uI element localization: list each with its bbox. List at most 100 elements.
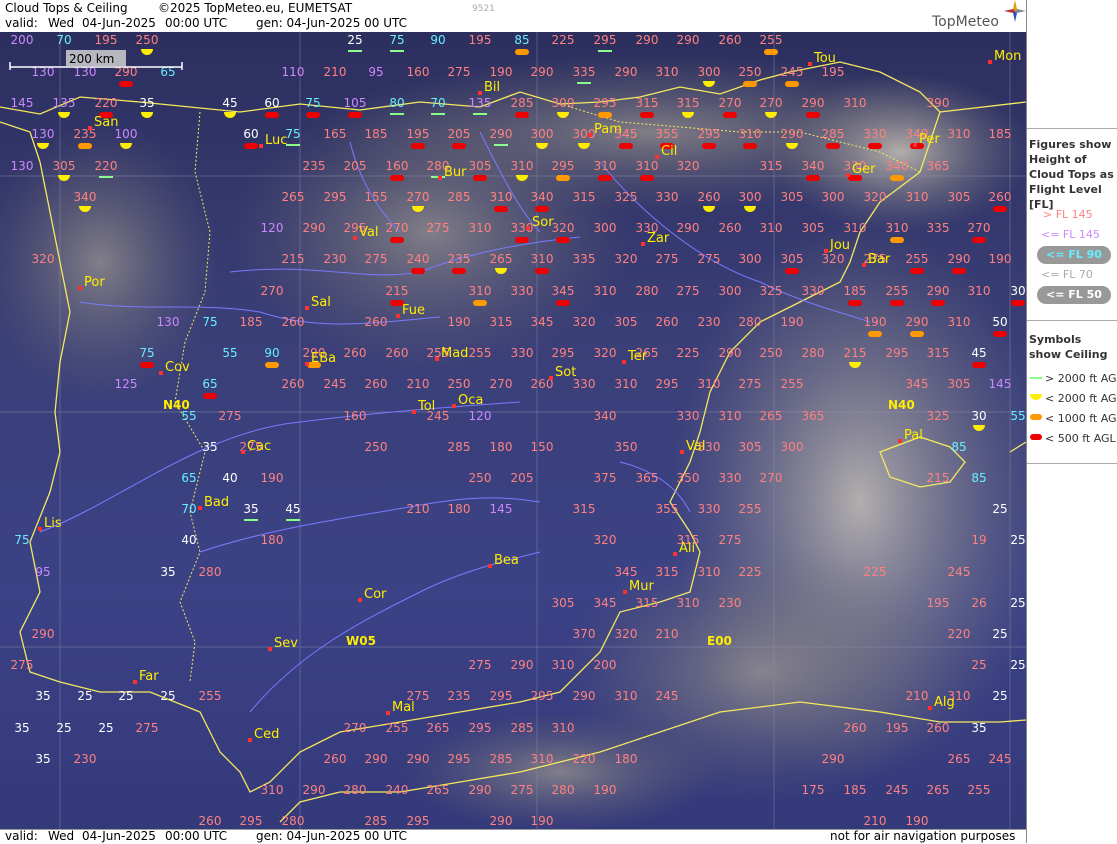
city-marker-icon [358,598,362,602]
cloud-top-label: 295 [448,752,471,766]
cloud-top-label: 285 [448,190,471,204]
brand-logo: TopMeteo [932,14,999,30]
city-marker-icon [526,226,530,230]
cloud-top-label: 300 [739,190,762,204]
ceiling-red-pill-icon [494,206,508,212]
ceiling-red-pill-icon [910,268,924,274]
cloud-top-label: 85 [951,440,966,454]
city-marker-icon [438,176,442,180]
city-marker-icon [641,242,645,246]
ceiling-red-pill-icon [993,206,1007,212]
cloud-top-label: 310 [615,689,638,703]
ceiling-red-pill-icon [598,175,612,181]
footer-gen-time: gen: 04-Jun-2025 00 UTC [256,829,408,843]
cloud-top-label: 345 [552,284,575,298]
cloud-top-label: 255 [781,377,804,391]
city-marker-icon [452,404,456,408]
ceiling-red-pill-icon [702,143,716,149]
cloud-top-label: 340 [594,409,617,423]
cloud-top-label: 310 [719,409,742,423]
cloud-top-label: 175 [802,783,825,797]
cloud-top-label: 230 [698,315,721,329]
cloud-top-label: 295 [531,689,554,703]
cloud-top-label: 310 [261,783,284,797]
legend-divider [1027,320,1117,321]
cloud-top-label: 235 [448,252,471,266]
cloud-top-label: 330 [511,221,534,235]
cloud-top-label: 325 [927,409,950,423]
cloud-top-label: 280 [739,315,762,329]
cloud-top-label: 340 [886,159,909,173]
city-marker-icon [198,506,202,510]
cloud-top-label: 345 [531,315,554,329]
legend-symbol-shapes [1030,377,1042,440]
ceiling-orange-pill-icon [868,331,882,337]
cloud-top-label: 275 [448,65,471,79]
cloud-top-label: 225 [739,565,762,579]
ceiling-orange-pill-icon [910,331,924,337]
cloud-top-label: 310 [552,658,575,672]
satellite-map[interactable]: 200 70 195 250 25 75 90 195 85 225 295 290 290 260 255… [0,32,1026,829]
city-label: Por [84,275,105,290]
cloud-top-label: 150 [531,440,554,454]
cloud-top-label: 215 [386,284,409,298]
ceiling-red-pill-icon [119,81,133,87]
cloud-top-label: 270 [386,221,409,235]
cloud-top-label: 280 [636,284,659,298]
ceiling-red-pill-icon [972,237,986,243]
cloud-top-label: 310 [968,284,991,298]
cloud-top-label: 215 [844,346,867,360]
ceiling-red-pill-icon [640,175,654,181]
cloud-top-label: 275 [136,721,159,735]
cloud-top-label: 310 [469,284,492,298]
cloud-top-label: 250 [760,346,783,360]
cloud-top-label: 275 [739,377,762,391]
legend-orange-pill-icon [1030,414,1042,420]
cloud-top-label: 280 [199,565,222,579]
cloud-top-label: 390 [927,96,950,110]
cloud-top-label: 265 [427,783,450,797]
cloud-top-label: 260 [719,33,742,47]
cloud-top-label: 270 [407,190,430,204]
cloud-top-label: 335 [573,252,596,266]
cloud-top-label: 80 [389,96,404,110]
scale-bar: 200 km [9,50,183,70]
cloud-top-label: 255 [906,252,929,266]
legend-divider [1027,463,1117,464]
cloud-top-label: 330 [698,502,721,516]
cloud-top-label: 295 [656,377,679,391]
city-marker-icon [78,286,82,290]
cloud-top-label: 285 [448,440,471,454]
cloud-top-label: 215 [282,252,305,266]
city-marker-icon [673,552,677,556]
cloud-top-label: 145 [11,96,34,110]
cloud-top-label: 255 [469,346,492,360]
cloud-top-label: 260 [199,814,222,828]
cloud-top-label: 160 [407,65,430,79]
city-marker-icon [862,263,866,267]
city-label: Mon [994,49,1021,64]
city-label: Tou [813,51,836,66]
cloud-top-label: 35 [971,721,986,735]
ceiling-red-pill-icon [515,112,529,118]
cloud-top-label: 145 [989,377,1012,391]
cloud-top-label: 135 [53,96,76,110]
city-marker-icon [259,144,263,148]
cloud-top-label: 210 [656,627,679,641]
cloud-top-label: 70 [430,96,445,110]
city-label: Ced [254,727,279,742]
cloud-top-label: 320 [594,346,617,360]
city-label: Mur [629,579,654,594]
cloud-top-label: 195 [407,127,430,141]
cloud-top-label: 40 [181,533,196,547]
cloud-top-label: 265 [760,409,783,423]
city-marker-icon [353,236,357,240]
city-label: Alg [934,695,955,710]
cloud-top-label: 35 [139,96,154,110]
cloud-top-label: 310 [531,252,554,266]
cloud-top-label: 35 [202,440,217,454]
cloud-top-label: 350 [677,471,700,485]
cloud-top-label: 290 [781,127,804,141]
cloud-top-label: 295 [469,721,492,735]
city-marker-icon [88,126,92,130]
